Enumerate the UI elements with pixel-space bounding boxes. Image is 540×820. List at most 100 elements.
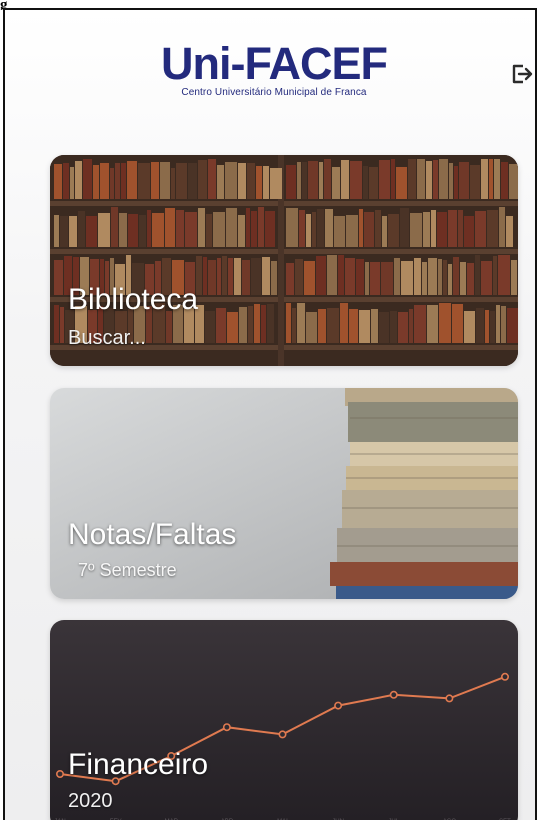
book-spine: [453, 257, 459, 295]
book-spine: [487, 210, 498, 247]
book-spine: [93, 165, 99, 199]
notas-faltas-card[interactable]: Notas/Faltas 7º Semestre: [50, 388, 518, 599]
book-spine: [464, 216, 474, 247]
book-spine: [213, 212, 225, 247]
book-spine: [121, 163, 126, 199]
book-spine: [165, 208, 175, 247]
book-spine: [409, 309, 413, 343]
book-spine: [475, 211, 486, 247]
book-spine: [345, 258, 355, 295]
book-spine: [304, 261, 315, 295]
book-spine: [423, 212, 430, 247]
book-spine: [507, 308, 518, 343]
book-spine: [433, 160, 438, 199]
book-spine: [60, 216, 68, 247]
book-spine: [499, 207, 505, 247]
book-spine: [152, 213, 164, 247]
book-spine: [501, 162, 508, 199]
book-spine: [246, 208, 250, 247]
book-spine: [318, 309, 326, 343]
book-spine: [160, 162, 170, 199]
book-spine: [251, 258, 261, 295]
book-spine: [476, 308, 484, 343]
financial-line-chart: JANFEVMARABRMAIJUNJULAGOSET: [50, 620, 518, 820]
book-spine: [359, 310, 370, 343]
book-spine: [485, 310, 489, 343]
data-point: [445, 694, 454, 703]
book-spine: [198, 208, 205, 247]
biblioteca-card[interactable]: Biblioteca Buscar...: [50, 155, 518, 366]
book-spine: [151, 162, 159, 199]
book-spine: [381, 262, 393, 295]
book-spine: [302, 162, 307, 199]
data-point: [222, 723, 231, 732]
book-spine: [493, 256, 497, 295]
book-spine: [467, 263, 474, 295]
book-spine: [454, 166, 458, 199]
book-spine: [370, 262, 380, 295]
book-spine: [188, 163, 197, 199]
book-spine: [346, 215, 358, 247]
book-spine: [98, 213, 110, 247]
book-spine: [427, 305, 438, 343]
book-spine: [319, 162, 323, 199]
book-spine: [295, 259, 303, 295]
book-spine: [308, 161, 318, 199]
book-spine: [238, 163, 246, 199]
book-spine: [147, 210, 151, 247]
book-spine: [341, 160, 349, 199]
book-spine: [78, 211, 85, 247]
book-spine: [299, 210, 305, 247]
biblioteca-subtitle: Buscar...: [68, 327, 146, 349]
book-spine: [371, 309, 378, 343]
book-spine: [490, 311, 495, 343]
book-spine: [54, 260, 63, 295]
book-spine: [481, 261, 492, 295]
book-spine: [422, 262, 427, 295]
book-spine: [262, 257, 270, 295]
book-spine: [217, 165, 224, 199]
book-spine: [438, 259, 442, 295]
book-spine: [338, 255, 344, 295]
book-spine: [365, 262, 369, 295]
book-spine: [363, 166, 368, 199]
book-spine: [390, 311, 397, 343]
financeiro-card[interactable]: JANFEVMARABRMAIJUNJULAGOSET Financeiro 2…: [50, 620, 518, 820]
book-spine: [426, 161, 432, 199]
book-spine: [452, 304, 463, 343]
biblioteca-title: Biblioteca: [68, 283, 199, 316]
book-spine: [286, 208, 298, 247]
book-spine: [251, 211, 257, 247]
book-spine: [356, 259, 364, 295]
book-spine: [139, 215, 146, 247]
book-spine: [176, 210, 184, 247]
book-spine: [382, 216, 387, 247]
book-spine: [292, 308, 296, 343]
logout-button[interactable]: [510, 62, 534, 86]
book-spine: [286, 263, 294, 295]
book-spine: [359, 209, 363, 247]
book-spine: [332, 167, 340, 199]
book-spine: [401, 261, 413, 295]
notas-faltas-title: Notas/Faltas: [68, 518, 237, 551]
book-spine: [511, 260, 517, 295]
book-spine: [208, 159, 216, 199]
book-spine: [265, 211, 275, 247]
book-spine: [256, 166, 262, 199]
book-spine: [458, 210, 463, 247]
notas-faltas-subtitle: 7º Semestre: [78, 560, 177, 580]
book-spine: [75, 161, 82, 199]
book-spine: [410, 213, 422, 247]
book-spine: [225, 162, 237, 199]
book-spine: [509, 164, 518, 199]
book-spine: [316, 256, 326, 295]
logo-text: Uni-FACEF: [161, 38, 388, 89]
book-spine: [464, 311, 475, 343]
book-spine: [138, 163, 150, 199]
book-spine: [69, 216, 77, 247]
book-spine: [437, 212, 447, 247]
book-spine: [470, 165, 480, 199]
data-point: [278, 730, 287, 739]
book-spine: [217, 258, 221, 295]
book-spine: [83, 159, 92, 199]
